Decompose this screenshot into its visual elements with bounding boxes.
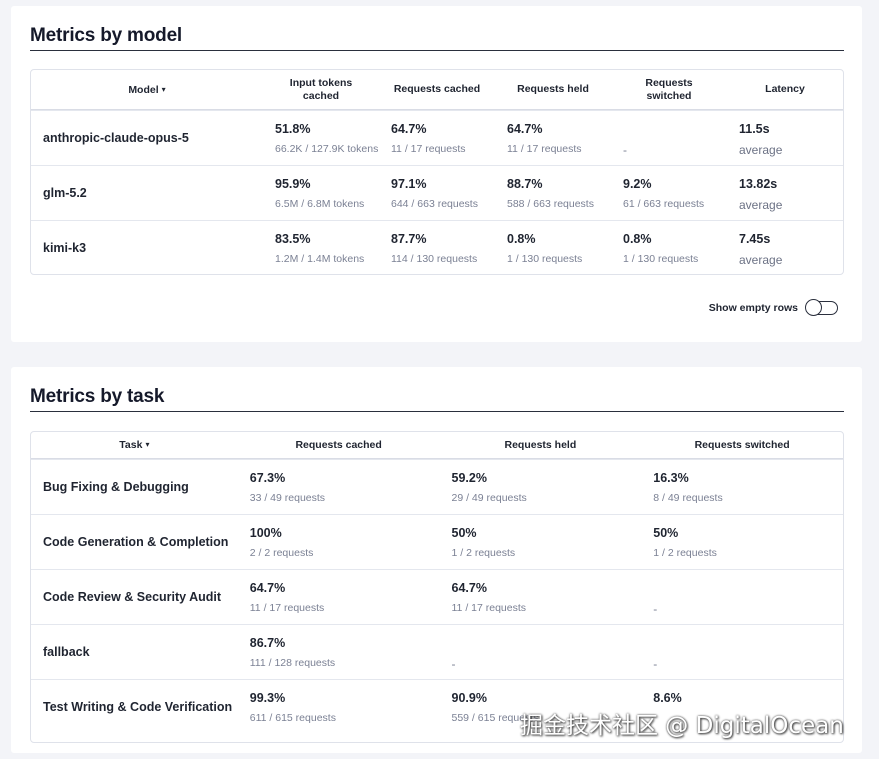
- task-name: fallback: [43, 645, 90, 659]
- requests-cached-cell: 64.7% 11 / 17 requests: [391, 122, 466, 155]
- task-name: Code Review & Security Audit: [43, 590, 222, 604]
- task-section-title: Metrics by task: [30, 386, 165, 407]
- requests-held-cell: -: [451, 657, 456, 671]
- requests-cached-cell: 64.7% 11 / 17 requests: [249, 581, 325, 614]
- requests-cached-cell: 97.1% 644 / 663 requests: [391, 177, 478, 210]
- model-name: kimi-k3: [43, 241, 87, 255]
- requests-held-cell: 64.7% 11 / 17 requests: [507, 122, 582, 155]
- table-row: Code Generation & Completion 100% 2 / 2 …: [31, 514, 843, 569]
- task-metrics-table: Task ▾ Requests cached Requests held Requ…: [30, 431, 844, 743]
- model-name: glm-5.2: [43, 186, 87, 200]
- column-header-input-tokens-cached: Input tokens cached: [289, 76, 353, 102]
- latency-cell: 11.5s average: [739, 122, 783, 157]
- title-divider: [30, 50, 844, 51]
- input-tokens-cell: 83.5% 1.2M / 1.4M tokens: [275, 232, 365, 265]
- table-header-row: Model ▾ Input tokens cached Requests cach…: [31, 70, 843, 110]
- requests-switched-cell: -: [653, 602, 658, 616]
- table-row: fallback 86.7% 111 / 128 requests - -: [31, 624, 843, 679]
- requests-held-cell: 0.8% 1 / 130 requests: [507, 232, 583, 265]
- sort-caret-icon: ▾: [161, 84, 166, 94]
- show-empty-rows-toggle[interactable]: [805, 299, 838, 316]
- requests-held-cell: 50% 1 / 2 requests: [451, 526, 516, 559]
- model-section-title: Metrics by model: [30, 25, 183, 46]
- requests-switched-cell: 0.8% 1 / 130 requests: [623, 232, 699, 265]
- requests-cached-cell: 99.3% 611 / 615 requests: [249, 691, 336, 724]
- task-name: Bug Fixing & Debugging: [43, 480, 189, 494]
- requests-switched-cell: -: [623, 143, 627, 157]
- requests-held-cell: 64.7% 11 / 17 requests: [451, 581, 527, 614]
- model-name: anthropic-claude-opus-5: [43, 131, 189, 145]
- requests-cached-cell: 86.7% 111 / 128 requests: [249, 636, 336, 669]
- requests-cached-cell: 100% 2 / 2 requests: [249, 526, 314, 559]
- column-header-requests-cached: Requests cached: [393, 83, 481, 95]
- column-header-requests-held: Requests held: [517, 83, 589, 95]
- title-divider: [30, 411, 844, 412]
- column-header-latency: Latency: [765, 83, 805, 95]
- requests-switched-cell: 9.2% 61 / 663 requests: [623, 177, 705, 210]
- column-header-requests-held: Requests held: [504, 438, 577, 451]
- model-metrics-table: Model ▾ Input tokens cached Requests cach…: [30, 69, 844, 275]
- requests-held-cell: 88.7% 588 / 663 requests: [507, 177, 594, 210]
- latency-cell: 7.45s average: [739, 232, 783, 267]
- metrics-by-model-card: Metrics by model Model ▾ Input tokens cac…: [11, 6, 862, 342]
- column-header-model[interactable]: Model ▾: [31, 83, 263, 97]
- column-header-task[interactable]: Task ▾: [31, 438, 238, 452]
- latency-cell: 13.82s average: [739, 177, 783, 212]
- column-header-requests-switched: Requests switched: [645, 76, 693, 102]
- requests-cached-cell: 87.7% 114 / 130 requests: [391, 232, 478, 265]
- table-row: Bug Fixing & Debugging 67.3% 33 / 49 req…: [31, 459, 843, 514]
- requests-held-cell: 59.2% 29 / 49 requests: [451, 471, 527, 504]
- table-row: glm-5.2 95.9% 6.5M / 6.8M tokens 97.1% 6…: [31, 165, 843, 220]
- show-empty-rows-control: Show empty rows: [708, 299, 838, 316]
- column-header-requests-switched: Requests switched: [694, 438, 790, 451]
- task-name: Test Writing & Code Verification: [43, 700, 233, 714]
- column-header-requests-cached: Requests cached: [295, 438, 382, 451]
- requests-cached-cell: 67.3% 33 / 49 requests: [249, 471, 326, 504]
- show-empty-rows-label: Show empty rows: [708, 302, 798, 314]
- requests-switched-cell: 16.3% 8 / 49 requests: [653, 471, 723, 504]
- input-tokens-cell: 51.8% 66.2K / 127.9K tokens: [275, 122, 379, 155]
- table-row: Code Review & Security Audit 64.7% 11 / …: [31, 569, 843, 624]
- table-row: kimi-k3 83.5% 1.2M / 1.4M tokens 87.7% 1…: [31, 220, 843, 275]
- input-tokens-cell: 95.9% 6.5M / 6.8M tokens: [275, 177, 365, 210]
- task-name: Code Generation & Completion: [43, 535, 229, 549]
- metrics-by-task-card: Metrics by task Task ▾ Requests cached Re…: [11, 367, 862, 753]
- sort-caret-icon: ▾: [145, 440, 150, 449]
- toggle-knob: [805, 299, 822, 316]
- table-row: anthropic-claude-opus-5 51.8% 66.2K / 12…: [31, 110, 843, 165]
- requests-switched-cell: -: [653, 657, 658, 671]
- table-header-row: Task ▾ Requests cached Requests held Requ…: [31, 432, 843, 459]
- requests-switched-cell: 50% 1 / 2 requests: [653, 526, 717, 559]
- watermark: 掘金技术社区 @ DigitalOcean: [520, 713, 844, 739]
